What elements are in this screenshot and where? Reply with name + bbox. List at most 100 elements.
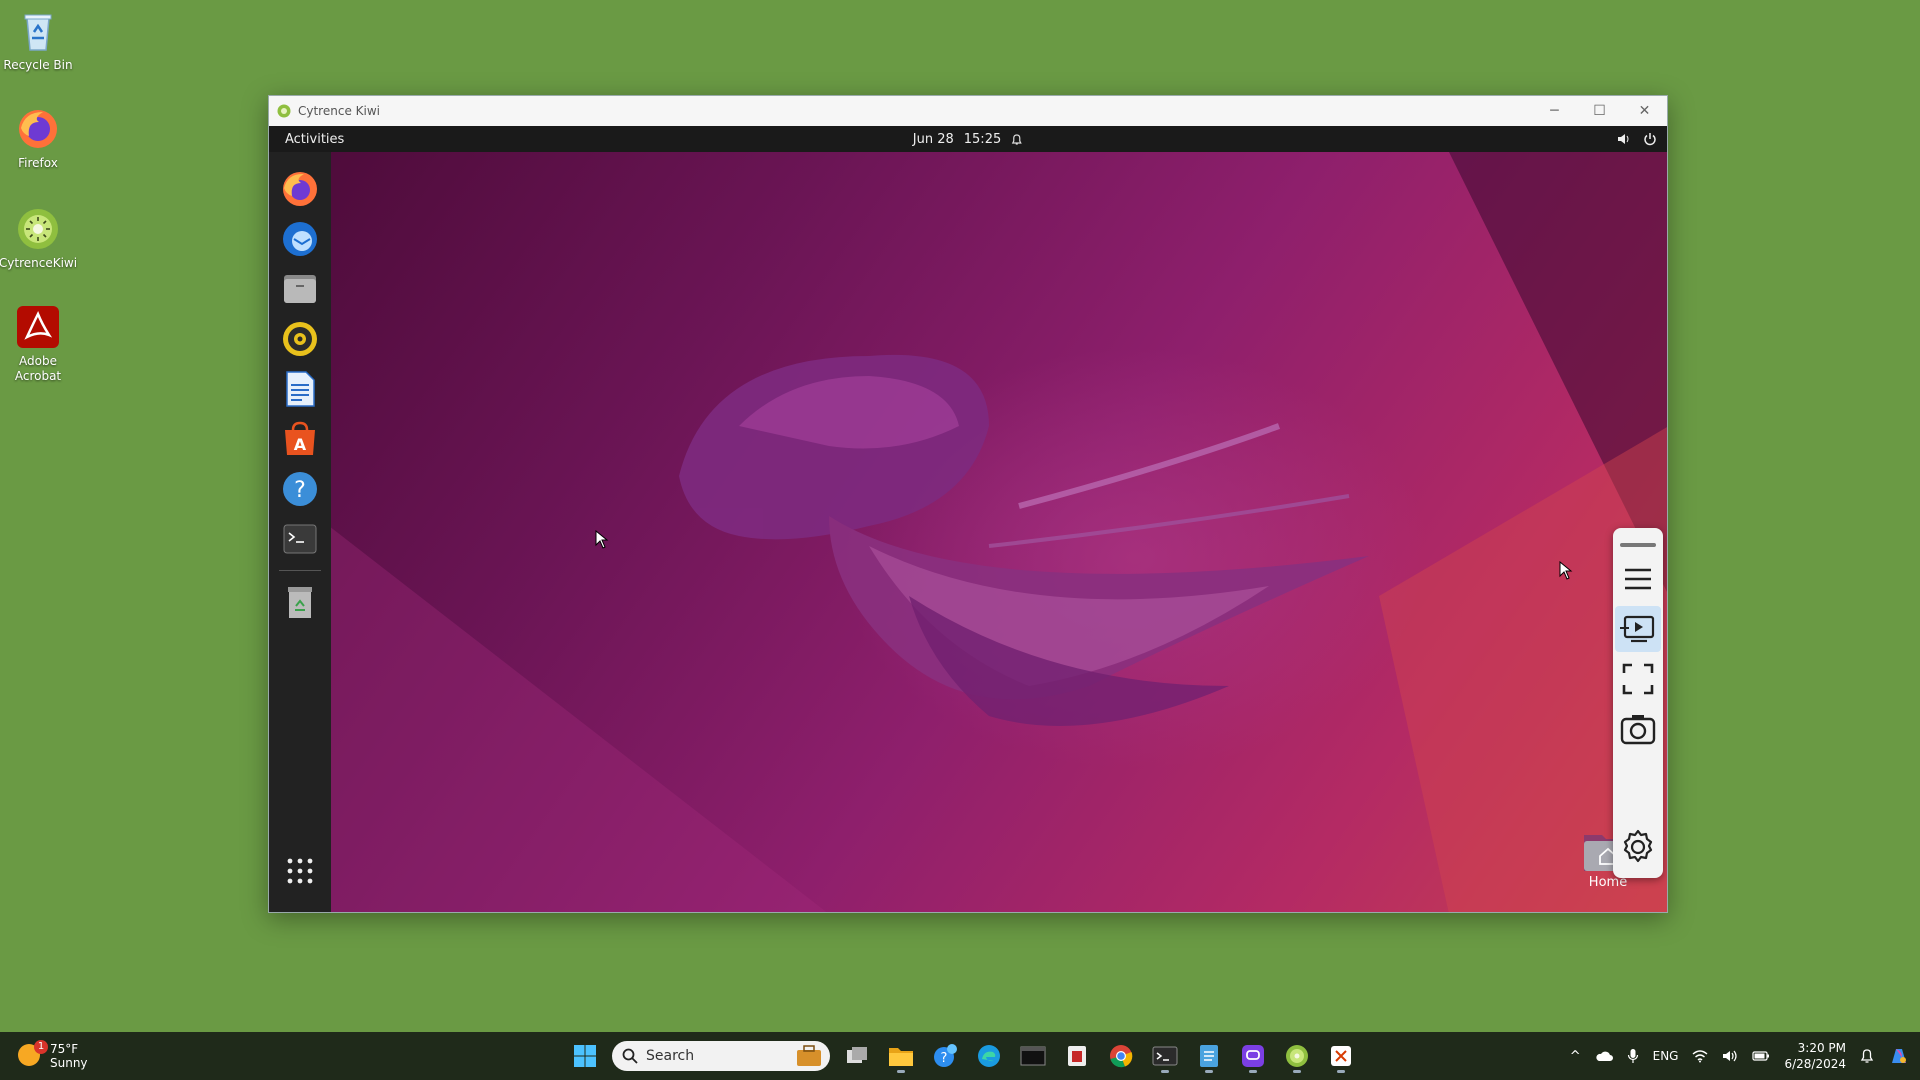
taskbar-clock[interactable]: 3:20 PM 6/28/2024 [1784, 1040, 1846, 1072]
help-icon: ? [283, 472, 317, 506]
power-icon[interactable] [1643, 132, 1657, 146]
taskbar-terminal-1[interactable] [1016, 1039, 1050, 1073]
drag-handle-icon [1620, 543, 1656, 547]
ubuntu-dock: A ? [269, 152, 331, 912]
dock-item-files[interactable] [278, 267, 322, 311]
dock-item-firefox[interactable] [278, 167, 322, 211]
desktop-icon-label: CytrenceKiwi [0, 256, 78, 270]
terminal-icon [1020, 1046, 1046, 1066]
notepad-icon [1200, 1045, 1218, 1067]
battery-icon[interactable] [1752, 1050, 1770, 1062]
microphone-icon[interactable] [1627, 1048, 1639, 1064]
dock-item-rhythmbox[interactable] [278, 317, 322, 361]
get-help-icon: ? [934, 1044, 957, 1067]
show-apps-button[interactable] [278, 849, 322, 893]
menu-button[interactable] [1615, 556, 1661, 602]
svg-text:?: ? [941, 1051, 948, 1066]
mouse-cursor-icon [1559, 561, 1573, 580]
clock-button[interactable]: Jun 28 15:25 [913, 132, 1023, 147]
taskbar-task-view[interactable] [840, 1039, 874, 1073]
dock-item-trash[interactable] [278, 580, 322, 624]
weather-badge: 1 [34, 1040, 48, 1054]
clock-date: Jun 28 [912, 131, 954, 147]
snipping-tool-icon [1331, 1046, 1351, 1066]
kiwi-icon [277, 104, 291, 118]
wallpaper [329, 152, 1667, 912]
close-button[interactable]: ✕ [1622, 96, 1667, 126]
app-center-icon: A [285, 421, 315, 455]
vm-display[interactable]: Activities Jun 28 15:25 A ? Home [269, 126, 1667, 912]
settings-button[interactable] [1615, 824, 1661, 870]
firefox-icon [283, 172, 317, 206]
dock-item-thunderbird[interactable] [278, 217, 322, 261]
svg-text:?: ? [294, 478, 306, 503]
clock-time: 15:25 [963, 131, 1002, 147]
kiwi-icon [15, 206, 61, 252]
screenshot-button[interactable] [1615, 706, 1661, 752]
windows-taskbar: 1 75°F Sunny Search ? ^ ENG 3:20 PM 6/28… [0, 1032, 1920, 1080]
hamburger-icon [1625, 568, 1651, 590]
dock-item-app-center[interactable]: A [278, 417, 322, 461]
search-icon [622, 1048, 638, 1064]
taskbar-edge[interactable] [972, 1039, 1006, 1073]
dock-separator [279, 570, 321, 571]
terminal-icon [1152, 1046, 1178, 1066]
terminal-icon [283, 524, 317, 554]
gnome-top-bar: Activities Jun 28 15:25 [269, 126, 1667, 152]
speaker-icon[interactable] [1722, 1049, 1738, 1063]
briefcase-icon [797, 1045, 821, 1066]
taskbar-file-explorer[interactable] [884, 1039, 918, 1073]
display-button[interactable] [1615, 606, 1661, 652]
toolstrip-handle[interactable] [1615, 538, 1661, 552]
taskbar-cytrence-kiwi[interactable] [1280, 1039, 1314, 1073]
desktop-icon-label: Firefox [18, 156, 58, 170]
taskbar-help-app[interactable]: ? [928, 1039, 962, 1073]
taskbar-snipping-tool[interactable] [1324, 1039, 1358, 1073]
dock-item-terminal[interactable] [278, 517, 322, 561]
maximize-button[interactable]: ☐ [1577, 96, 1622, 126]
trash-icon [288, 587, 312, 618]
app-grid-icon [287, 858, 313, 884]
gear-icon [1623, 829, 1653, 863]
notification-bell-icon[interactable] [1860, 1048, 1874, 1064]
vm-toolstrip [1613, 528, 1663, 878]
start-button[interactable] [568, 1039, 602, 1073]
desktop-icon-firefox[interactable]: Firefox [0, 106, 76, 171]
screen-play-icon [1620, 615, 1655, 643]
onedrive-icon[interactable] [1595, 1050, 1613, 1062]
tray-overflow-chevron-icon[interactable]: ^ [1570, 1049, 1581, 1064]
firefox-icon [15, 106, 61, 152]
task-view-icon [847, 1047, 867, 1063]
window-titlebar[interactable]: Cytrence Kiwi ─ ☐ ✕ [269, 96, 1667, 126]
rhythmbox-icon [283, 322, 317, 356]
cytrence-kiwi-window[interactable]: Cytrence Kiwi ─ ☐ ✕ Activities Jun 28 15… [268, 95, 1668, 913]
activities-button[interactable]: Activities [269, 132, 344, 147]
weather-sun-icon: 1 [18, 1040, 48, 1068]
fullscreen-button[interactable] [1615, 656, 1661, 702]
taskbar-notepad[interactable] [1192, 1039, 1226, 1073]
weather-temp: 75°F [50, 1042, 79, 1056]
writer-icon [286, 371, 315, 407]
dock-item-help[interactable]: ? [278, 467, 322, 511]
taskbar-purple-app[interactable] [1236, 1039, 1270, 1073]
wifi-icon[interactable] [1692, 1049, 1708, 1063]
desktop-icon-adobe-acrobat[interactable]: Adobe Acrobat [0, 304, 76, 384]
fullscreen-icon [1622, 663, 1654, 695]
taskbar-terminal-2[interactable] [1148, 1039, 1182, 1073]
desktop-icon-cytrencekiwi[interactable]: CytrenceKiwi [0, 206, 78, 271]
input-language[interactable]: ENG [1653, 1049, 1679, 1063]
folder-icon [889, 1048, 913, 1066]
weather-widget[interactable]: 1 75°F Sunny [18, 1040, 88, 1070]
copilot-icon[interactable] [1888, 1045, 1910, 1067]
desktop-icon-label: Adobe Acrobat [14, 354, 62, 383]
chrome-icon [1110, 1045, 1133, 1068]
dock-item-writer[interactable] [278, 367, 322, 411]
desktop-icon-recycle-bin[interactable]: Recycle Bin [0, 8, 76, 73]
taskbar-app-red[interactable] [1060, 1039, 1094, 1073]
minimize-button[interactable]: ─ [1532, 96, 1577, 126]
window-title: Cytrence Kiwi [298, 104, 380, 118]
taskbar-chrome[interactable] [1104, 1039, 1138, 1073]
volume-icon[interactable] [1617, 132, 1631, 146]
taskbar-search[interactable]: Search [612, 1041, 830, 1071]
windows-logo-icon [574, 1045, 596, 1067]
